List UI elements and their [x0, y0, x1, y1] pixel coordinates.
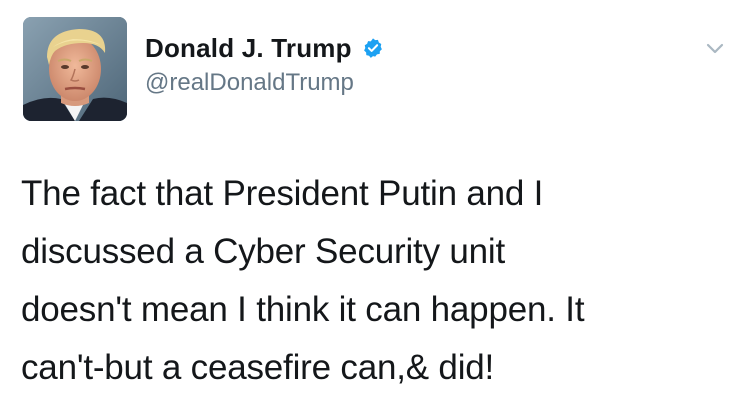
tweet-text: The fact that President Putin and I disc… [21, 165, 736, 397]
name-row: Donald J. Trump [145, 31, 384, 65]
tweet-text-line: discussed a Cyber Security unit [21, 232, 506, 271]
tweet-text-line: doesn't mean I think it can happen. It [21, 290, 585, 329]
author-handle[interactable]: @realDonaldTrump [145, 69, 384, 97]
avatar[interactable] [23, 17, 127, 121]
tweet-text-line: The fact that President Putin and I [21, 174, 544, 213]
tweet-header: Donald J. Trump @realDonaldTrump [145, 31, 384, 97]
chevron-down-icon[interactable] [703, 36, 727, 60]
author-display-name[interactable]: Donald J. Trump [145, 33, 352, 64]
verified-badge-icon [362, 37, 384, 59]
avatar-image [23, 17, 127, 121]
tweet-text-line: can't-but a ceasefire can,& did! [21, 348, 495, 387]
tweet-card: Donald J. Trump @realDonaldTrump The fac… [0, 0, 750, 410]
